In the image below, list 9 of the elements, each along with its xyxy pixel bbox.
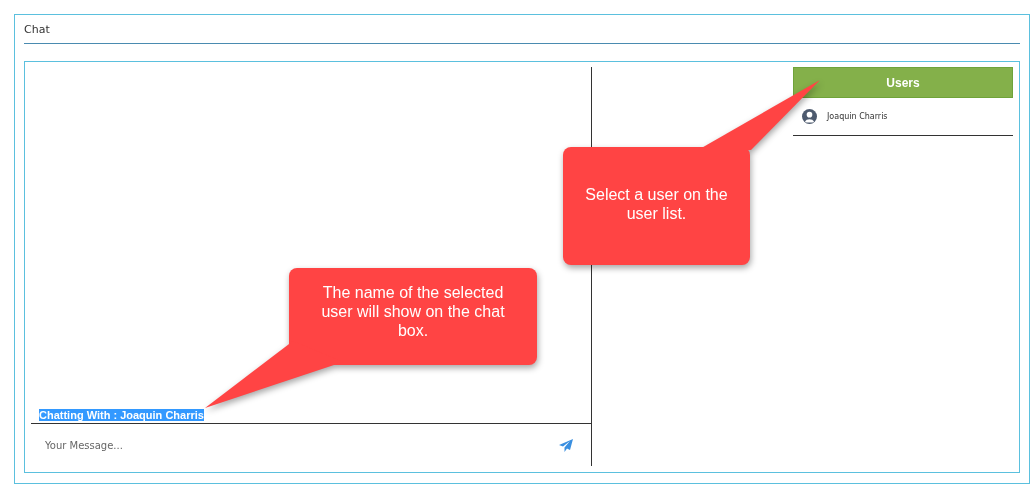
user-name: Joaquin Charris [827, 112, 888, 121]
callout-text: The name of the selected user will show on the chat box. [320, 283, 506, 340]
users-header: Users [793, 67, 1013, 98]
chatting-with-label: Chatting With : Joaquin Charris [39, 409, 204, 421]
message-input[interactable]: Your Message... [43, 438, 559, 452]
callout-text: Select a user on the user list. [584, 185, 729, 223]
panel-title: Chat [24, 15, 1020, 44]
send-icon[interactable] [559, 438, 573, 452]
user-avatar-icon [802, 109, 817, 124]
